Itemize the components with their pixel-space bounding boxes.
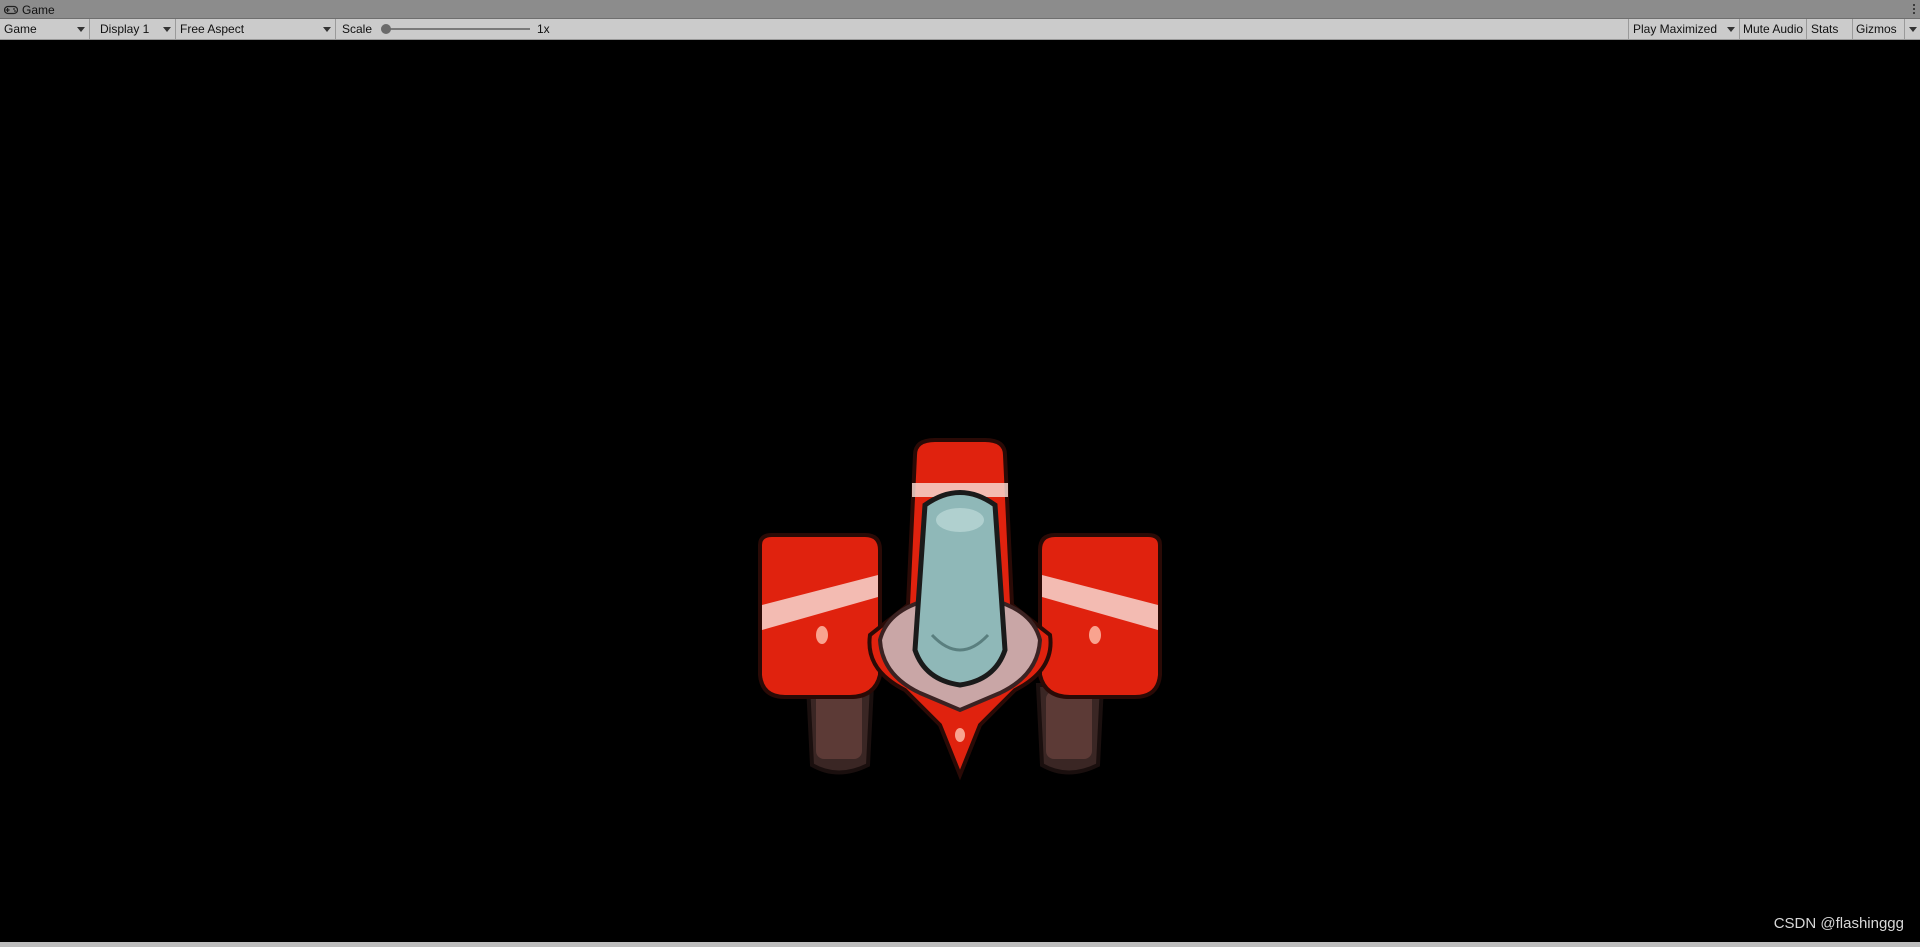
play-maximized-label: Play Maximized — [1633, 22, 1718, 36]
mute-audio-label: Mute Audio — [1743, 22, 1804, 36]
chevron-down-icon — [163, 27, 171, 32]
bottom-border — [0, 942, 1920, 947]
gizmos-label: Gizmos — [1856, 22, 1897, 36]
game-view-toolbar: Game Display 1 Free Aspect Scale 1x Play… — [0, 19, 1920, 40]
view-type-dropdown[interactable]: Game — [0, 19, 90, 39]
scale-slider-track[interactable] — [385, 28, 530, 30]
stats-label: Stats — [1811, 22, 1839, 36]
gamepad-icon — [4, 5, 18, 15]
chevron-down-icon — [1727, 27, 1735, 32]
view-type-label: Game — [4, 22, 37, 36]
window-tab-bar: Game — [0, 0, 1920, 19]
mute-audio-button[interactable]: Mute Audio — [1739, 19, 1805, 39]
chevron-down-icon — [1909, 27, 1917, 32]
gizmos-dropdown[interactable] — [1904, 19, 1920, 39]
watermark-text: CSDN @flashinggg — [1773, 915, 1904, 932]
game-viewport[interactable]: CSDN @flashinggg — [0, 40, 1920, 942]
aspect-dropdown[interactable]: Free Aspect — [176, 19, 336, 39]
scale-slider-thumb[interactable] — [381, 24, 391, 34]
display-dropdown[interactable]: Display 1 — [96, 19, 176, 39]
aspect-label: Free Aspect — [180, 22, 245, 36]
gizmos-button[interactable]: Gizmos — [1852, 19, 1904, 39]
tab-title: Game — [22, 2, 55, 17]
scale-label: Scale — [342, 22, 373, 36]
chevron-down-icon — [77, 27, 85, 32]
kebab-menu-icon[interactable] — [1910, 2, 1918, 16]
stats-button[interactable]: Stats — [1806, 19, 1852, 39]
display-label: Display 1 — [100, 22, 150, 36]
spaceship-sprite — [758, 438, 1162, 781]
scale-value: 1x — [537, 22, 550, 36]
game-tab[interactable]: Game — [4, 0, 55, 19]
chevron-down-icon — [323, 27, 331, 32]
play-maximized-dropdown[interactable]: Play Maximized — [1628, 19, 1739, 39]
